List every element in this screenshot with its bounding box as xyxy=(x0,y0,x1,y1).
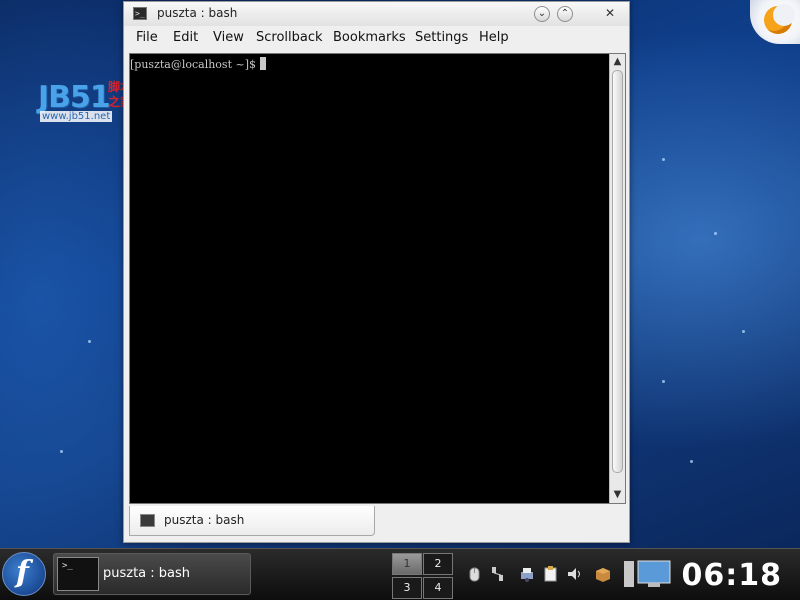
star-sparkle xyxy=(690,460,693,463)
application-launcher-button[interactable]: f xyxy=(2,552,46,596)
digital-clock[interactable]: 06:18 xyxy=(682,558,783,593)
fedora-logo-icon: f xyxy=(16,555,29,590)
display-icon[interactable] xyxy=(624,559,672,589)
desktop-4-button[interactable]: 4 xyxy=(423,577,453,599)
kde-panel: f >_ puszta : bash 1 2 3 4 06:18 xyxy=(0,548,800,600)
menu-file[interactable]: File xyxy=(136,30,158,45)
taskbar-item[interactable]: >_ puszta : bash xyxy=(53,553,251,595)
session-tab-bar: puszta : bash xyxy=(129,506,626,538)
terminal-task-icon: >_ xyxy=(57,557,99,591)
watermark-brand: JB51 xyxy=(38,80,111,115)
package-icon[interactable] xyxy=(594,565,612,583)
terminal-scrollbar[interactable]: ▲ ▼ xyxy=(609,54,625,503)
window-title: puszta : bash xyxy=(157,6,238,20)
text-cursor xyxy=(260,57,266,70)
desktop-3-button[interactable]: 3 xyxy=(392,577,422,599)
desktop-2-button[interactable]: 2 xyxy=(423,553,453,575)
menu-settings[interactable]: Settings xyxy=(415,30,468,45)
scroll-down-arrow-icon[interactable]: ▼ xyxy=(610,488,625,502)
network-icon[interactable] xyxy=(489,565,507,583)
window-titlebar[interactable]: >_ puszta : bash ⌄ ⌃ ✕ xyxy=(124,2,629,26)
session-tab-label: puszta : bash xyxy=(164,513,245,527)
maximize-button[interactable]: ⌃ xyxy=(557,6,573,22)
menu-scrollback[interactable]: Scrollback xyxy=(256,30,323,45)
menu-edit[interactable]: Edit xyxy=(173,30,198,45)
desktop-1-button[interactable]: 1 xyxy=(392,553,422,575)
scrollbar-thumb[interactable] xyxy=(612,70,623,473)
close-button[interactable]: ✕ xyxy=(602,6,618,22)
star-sparkle xyxy=(60,450,63,453)
watermark-url: www.jb51.net xyxy=(40,111,113,122)
volume-icon[interactable] xyxy=(566,565,584,583)
menu-bookmarks[interactable]: Bookmarks xyxy=(333,30,406,45)
taskbar-item-label: puszta : bash xyxy=(103,566,191,581)
star-sparkle xyxy=(662,380,665,383)
shell-prompt: [puszta@localhost ~]$ xyxy=(130,58,256,71)
konsole-window[interactable]: >_ puszta : bash ⌄ ⌃ ✕ File Edit View Sc… xyxy=(123,1,630,543)
desktop-pager: 1 2 3 4 xyxy=(392,553,454,599)
session-tab[interactable]: puszta : bash xyxy=(129,506,375,536)
minimize-button[interactable]: ⌄ xyxy=(534,6,550,22)
moon-icon xyxy=(764,4,795,34)
star-sparkle xyxy=(662,158,665,161)
clipboard-icon[interactable] xyxy=(542,565,560,583)
menu-bar: File Edit View Scrollback Bookmarks Sett… xyxy=(124,26,629,50)
terminal-tab-icon xyxy=(140,514,155,527)
terminal-output-area[interactable]: [puszta@localhost ~]$ ▲ ▼ xyxy=(129,53,626,504)
scroll-up-arrow-icon[interactable]: ▲ xyxy=(610,55,625,69)
menu-view[interactable]: View xyxy=(213,30,244,45)
mouse-icon[interactable] xyxy=(466,565,484,583)
star-sparkle xyxy=(88,340,91,343)
terminal-icon[interactable]: >_ xyxy=(133,7,147,20)
star-sparkle xyxy=(742,330,745,333)
star-sparkle xyxy=(714,232,717,235)
printer-icon[interactable] xyxy=(518,565,536,583)
menu-help[interactable]: Help xyxy=(479,30,509,45)
shell-prompt-line: [puszta@localhost ~]$ xyxy=(130,57,266,71)
